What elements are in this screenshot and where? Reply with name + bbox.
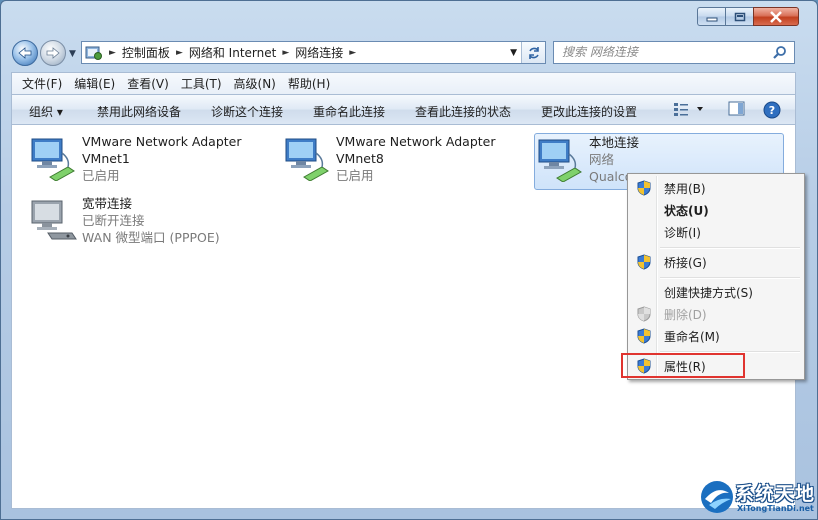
- organize-button[interactable]: 组织 ▾: [29, 103, 63, 120]
- watermark-url: XiTongTianDi.net: [737, 504, 814, 513]
- search-input[interactable]: 搜索 网络连接: [553, 41, 795, 64]
- search-placeholder: 搜索 网络连接: [562, 45, 638, 59]
- menu-item-label: 状态(U): [664, 203, 709, 218]
- adapter-name: 宽带连接: [82, 196, 133, 211]
- menu-edit[interactable]: 编辑(E): [68, 75, 121, 92]
- history-dropdown-icon[interactable]: ▼: [69, 49, 76, 59]
- menu-item-label: 创建快捷方式(S): [664, 285, 753, 300]
- site-watermark: 系统天地 XiTongTianDi.net: [699, 477, 817, 519]
- rename-button[interactable]: 重命名此连接: [313, 103, 385, 120]
- context-menu: 禁用(B) 状态(U) 诊断(I) 桥接(G) 创建快捷方式(S) 删除(D) …: [627, 173, 805, 380]
- command-bar: 组织 ▾ 禁用此网络设备 诊断这个连接 重命名此连接 查看此连接的状态 更改此连…: [11, 94, 796, 125]
- breadcrumb-network-internet[interactable]: 网络和 Internet: [189, 44, 276, 61]
- close-icon: [770, 10, 782, 23]
- menu-advanced[interactable]: 高级(N): [228, 75, 282, 92]
- menu-item-label: 桥接(G): [664, 255, 707, 270]
- address-dropdown-icon[interactable]: ▼: [510, 48, 517, 58]
- menu-help[interactable]: 帮助(H): [282, 75, 336, 92]
- view-options-button[interactable]: [673, 101, 707, 120]
- address-bar[interactable]: ► 控制面板 ► 网络和 Internet ► 网络连接 ► ▼: [81, 41, 546, 64]
- help-button[interactable]: ?: [763, 101, 781, 122]
- adapter-status: 已启用: [336, 168, 374, 183]
- adapter-device: VMnet8: [336, 151, 384, 166]
- view-options-icon: [674, 103, 703, 116]
- network-adapter-icon: [538, 139, 582, 182]
- diagnose-button[interactable]: 诊断这个连接: [211, 103, 283, 120]
- caption-buttons: [697, 7, 799, 26]
- uac-shield-icon: [637, 306, 651, 322]
- adapter-broadband[interactable]: 宽带连接 已断开连接 WAN 微型端口 (PPPOE): [28, 195, 220, 246]
- arrow-left-icon: [18, 47, 32, 59]
- close-button[interactable]: [753, 7, 799, 26]
- refresh-button[interactable]: [521, 42, 545, 63]
- disable-device-button[interactable]: 禁用此网络设备: [97, 103, 181, 120]
- broadband-modem-icon: [31, 200, 77, 240]
- minimize-button[interactable]: [697, 7, 725, 26]
- adapter-network: 网络: [589, 152, 615, 167]
- preview-pane-button[interactable]: [728, 101, 746, 120]
- adapter-name: VMware Network Adapter: [82, 134, 242, 149]
- adapter-name: 本地连接: [589, 135, 640, 150]
- address-separator[interactable]: ►: [176, 48, 183, 58]
- uac-shield-icon: [637, 180, 651, 196]
- adapter-status: 已启用: [82, 168, 120, 183]
- menu-separator: [660, 277, 800, 279]
- menu-item-bridge[interactable]: 桥接(G): [630, 251, 802, 273]
- arrow-right-icon: [46, 47, 60, 59]
- view-status-button[interactable]: 查看此连接的状态: [415, 103, 511, 120]
- back-button[interactable]: [12, 40, 38, 66]
- menu-item-rename[interactable]: 重命名(M): [630, 325, 802, 347]
- properties-highlight-box: [621, 353, 745, 378]
- network-adapter-icon: [285, 138, 329, 181]
- menu-file[interactable]: 文件(F): [16, 75, 68, 92]
- address-separator[interactable]: ►: [349, 48, 356, 58]
- menu-item-create-shortcut[interactable]: 创建快捷方式(S): [630, 281, 802, 303]
- adapter-name: VMware Network Adapter: [336, 134, 496, 149]
- adapter-vmnet1[interactable]: VMware Network Adapter VMnet1 已启用: [28, 133, 242, 184]
- explorer-window: ▼ ► 控制面板 ► 网络和 Internet ► 网络连接 ► ▼ 搜索 网络…: [0, 0, 818, 520]
- menu-item-diagnose[interactable]: 诊断(I): [630, 221, 802, 243]
- menu-item-delete[interactable]: 删除(D): [630, 303, 802, 325]
- menu-separator: [660, 247, 800, 249]
- menu-item-status[interactable]: 状态(U): [630, 199, 802, 221]
- breadcrumb-network-connections[interactable]: 网络连接: [295, 44, 343, 61]
- watermark-logo-icon: [701, 481, 733, 513]
- help-icon: ?: [763, 101, 781, 119]
- maximize-icon: [734, 12, 745, 21]
- address-separator[interactable]: ►: [109, 48, 116, 58]
- refresh-icon: [528, 46, 539, 59]
- menu-tools[interactable]: 工具(T): [175, 75, 228, 92]
- menu-item-disable[interactable]: 禁用(B): [630, 177, 802, 199]
- uac-shield-icon: [637, 254, 651, 270]
- control-panel-icon: [85, 46, 102, 60]
- change-settings-button[interactable]: 更改此连接的设置: [541, 103, 637, 120]
- menu-item-label: 删除(D): [664, 307, 707, 322]
- maximize-button[interactable]: [725, 7, 753, 26]
- forward-button[interactable]: [40, 40, 66, 66]
- adapter-device: VMnet1: [82, 151, 130, 166]
- adapter-device: WAN 微型端口 (PPPOE): [82, 230, 220, 245]
- menu-bar: 文件(F) 编辑(E) 查看(V) 工具(T) 高级(N) 帮助(H): [11, 72, 796, 94]
- menu-item-label: 禁用(B): [664, 181, 706, 196]
- address-separator[interactable]: ►: [282, 48, 289, 58]
- network-adapter-icon: [31, 138, 75, 181]
- svg-text:?: ?: [769, 104, 775, 117]
- breadcrumb-control-panel[interactable]: 控制面板: [122, 44, 170, 61]
- minimize-icon: [706, 17, 717, 21]
- adapter-vmnet8[interactable]: VMware Network Adapter VMnet8 已启用: [282, 133, 496, 184]
- preview-pane-icon: [728, 101, 745, 116]
- search-icon[interactable]: [772, 45, 788, 61]
- watermark-title: 系统天地: [735, 483, 816, 505]
- menu-view[interactable]: 查看(V): [121, 75, 175, 92]
- uac-shield-icon: [637, 328, 651, 344]
- menu-item-label: 诊断(I): [664, 225, 701, 240]
- adapter-status: 已断开连接: [82, 213, 145, 228]
- menu-item-label: 重命名(M): [664, 329, 720, 344]
